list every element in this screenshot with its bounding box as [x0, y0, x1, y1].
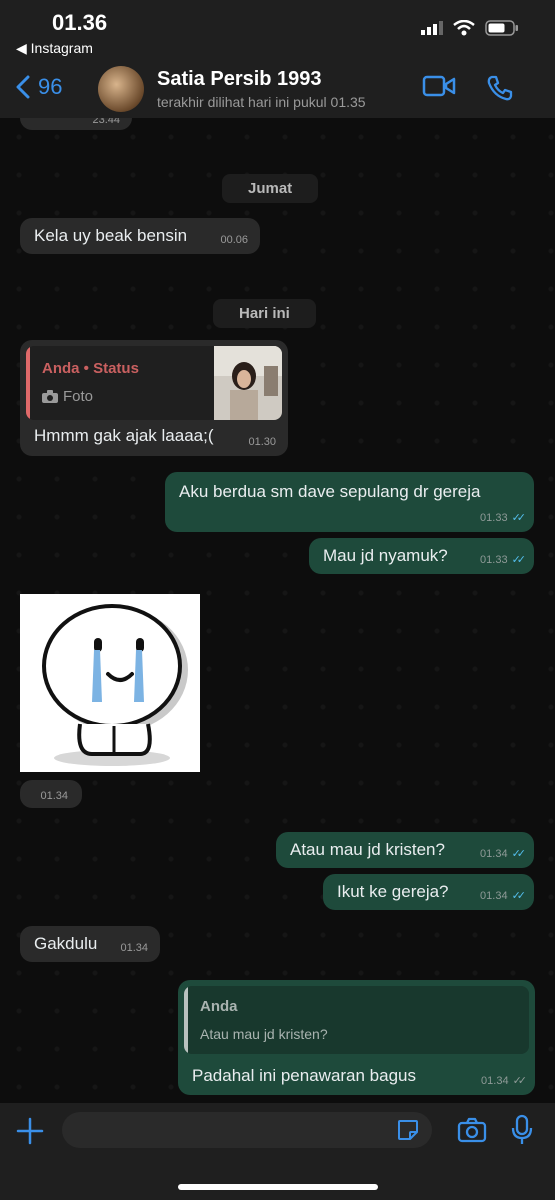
quote-author: Anda • Status: [42, 360, 139, 377]
message-bubble-incoming[interactable]: Gakdulu 01.34: [20, 926, 160, 962]
delivered-receipt-icon: ✓✓: [512, 1075, 528, 1087]
quoted-message[interactable]: Anda Atau mau jd kristen?: [184, 986, 529, 1054]
message-time: 01.34: [480, 889, 508, 902]
message-time: 01.33: [480, 553, 508, 566]
message-time: 01.34: [120, 942, 148, 954]
message-text: Aku berdua sm dave sepulang dr gereja: [179, 482, 481, 501]
read-receipt-icon: ✓✓: [511, 890, 527, 902]
message-time: 01.34: [481, 1074, 509, 1087]
message-bubble-outgoing-reply[interactable]: Anda Atau mau jd kristen? Padahal ini pe…: [178, 980, 535, 1095]
contact-name[interactable]: Satia Persib 1993: [157, 68, 322, 91]
message-time: 01.34: [40, 790, 68, 802]
unread-count: 96: [38, 74, 63, 99]
status-bar: 01.36 ◀ Instagram: [0, 0, 555, 62]
message-time: 00.06: [220, 234, 248, 246]
quote-text: Atau mau jd kristen?: [200, 1026, 328, 1042]
chat-area[interactable]: 23.44 Jumat Kela uy beak bensin 00.06 Ha…: [0, 118, 555, 1103]
message-text: Atau mau jd kristen?: [290, 840, 445, 859]
read-receipt-icon: ✓✓: [511, 512, 527, 524]
message-bubble-outgoing[interactable]: Atau mau jd kristen? 01.34 ✓✓: [276, 832, 534, 868]
read-receipt-icon: ✓✓: [511, 848, 527, 860]
chat-header: 96 Satia Persib 1993 terakhir dilihat ha…: [0, 62, 555, 118]
back-button[interactable]: 96: [16, 74, 62, 100]
quote-accent-bar: [184, 986, 188, 1054]
quote-media-label: Foto: [42, 388, 93, 405]
quote-accent-bar: [26, 346, 30, 420]
message-bubble-outgoing[interactable]: Aku berdua sm dave sepulang dr gereja 01…: [165, 472, 534, 532]
status-thumbnail[interactable]: [214, 346, 282, 420]
camera-icon: [42, 390, 58, 403]
message-time: 01.33: [480, 511, 508, 524]
message-text: Hmmm gak ajak laaaa;(: [34, 426, 214, 445]
sticker-crying-face[interactable]: [20, 594, 200, 772]
message-input[interactable]: [62, 1112, 432, 1148]
date-separator-jumat: Jumat: [222, 174, 319, 203]
avatar[interactable]: [98, 66, 144, 112]
message-text: Gakdulu: [34, 934, 98, 953]
plus-icon[interactable]: [16, 1117, 44, 1145]
home-indicator[interactable]: [178, 1184, 378, 1190]
back-to-app-link[interactable]: ◀ Instagram: [16, 40, 93, 57]
message-time: 01.34: [480, 847, 508, 860]
last-seen-status: terakhir dilihat hari ini pukul 01.35: [157, 94, 366, 110]
message-text: Mau jd nyamuk?: [323, 546, 448, 565]
date-separator-today: Hari ini: [213, 299, 316, 328]
camera-icon[interactable]: [457, 1117, 487, 1143]
battery-icon: [485, 20, 518, 36]
message-bubble-partial[interactable]: 23.44: [20, 118, 132, 130]
sticker-icon[interactable]: [396, 1118, 420, 1142]
message-bubble-outgoing[interactable]: Ikut ke gereja? 01.34 ✓✓: [323, 874, 534, 910]
message-text: Kela uy beak bensin: [34, 226, 188, 245]
read-receipt-icon: ✓✓: [511, 554, 527, 566]
phone-call-icon[interactable]: [486, 74, 514, 102]
message-bubble-status-reply[interactable]: Anda • Status Foto Hmmm gak ajak laaaa;(…: [20, 340, 288, 456]
message-bubble-incoming[interactable]: Kela uy beak bensin 00.06: [20, 218, 260, 254]
system-icons: [421, 20, 519, 36]
quote-media-type: Foto: [63, 388, 94, 405]
clock: 01.36: [52, 10, 108, 35]
message-time: 23.44: [92, 118, 120, 126]
video-call-icon[interactable]: [422, 74, 456, 98]
wifi-icon: [453, 20, 475, 36]
quote-author: Anda: [200, 998, 238, 1015]
sticker-time-pill: 01.34: [20, 780, 82, 808]
message-bubble-outgoing[interactable]: Mau jd nyamuk? 01.33 ✓✓: [309, 538, 534, 574]
chevron-left-icon: [16, 75, 30, 99]
message-text: Padahal ini penawaran bagus: [192, 1066, 417, 1085]
message-time: 01.30: [248, 436, 276, 448]
message-text: Ikut ke gereja?: [337, 882, 449, 901]
signal-icon: [421, 21, 443, 35]
microphone-icon[interactable]: [511, 1114, 533, 1146]
quoted-status[interactable]: Anda • Status Foto: [26, 346, 282, 420]
